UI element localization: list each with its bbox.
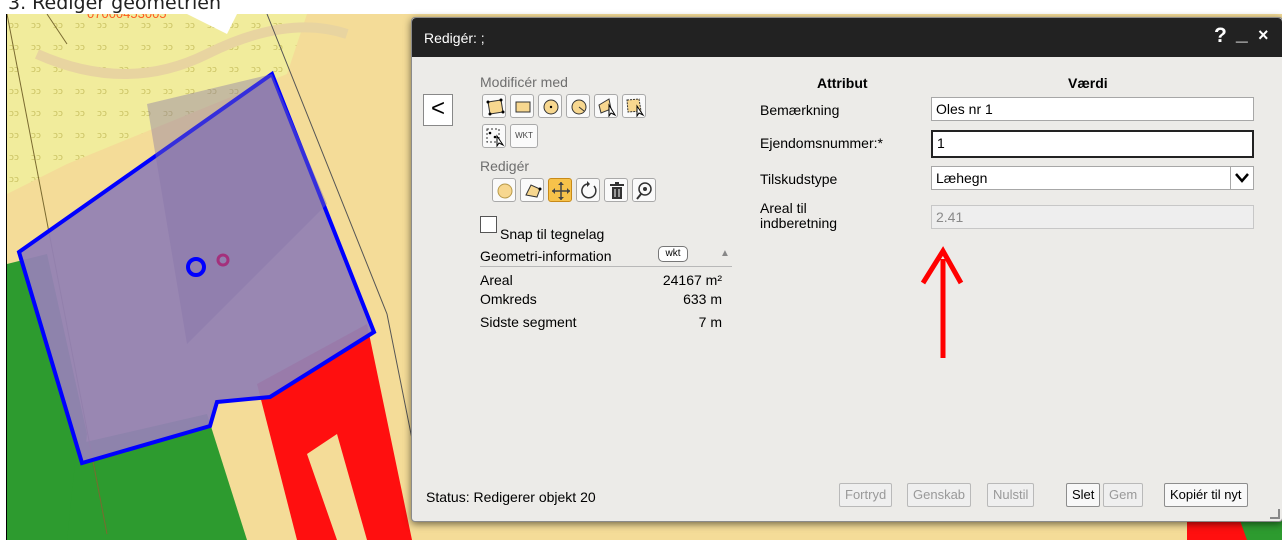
move-arrows-icon	[552, 182, 570, 200]
freehand-polygon-icon	[598, 98, 617, 117]
minimize-button[interactable]: _	[1236, 22, 1248, 46]
undo-button[interactable]: Fortryd	[839, 483, 893, 507]
vertex-select-tool-button[interactable]	[622, 94, 646, 118]
radius-tool-button[interactable]	[566, 94, 590, 118]
wkt-tool-button[interactable]: WKT	[510, 124, 538, 148]
geometry-row-label: Omkreds	[480, 291, 537, 307]
reshape-button[interactable]	[520, 178, 544, 202]
redo-button[interactable]: Genskab	[907, 483, 972, 507]
remark-input[interactable]: Oles nr 1	[931, 97, 1254, 121]
circle-filled-icon	[497, 183, 513, 199]
attribute-column-header: Attribut	[817, 75, 868, 91]
reported-area-label: Areal til indberetning	[760, 200, 838, 231]
annotation-arrow	[920, 246, 964, 358]
circle-tool-button[interactable]	[538, 94, 562, 118]
polygon-edit-icon	[486, 98, 505, 116]
geometry-info-header[interactable]: Geometri-information wkt ▲	[480, 244, 732, 267]
dotted-select-icon	[486, 128, 505, 147]
delete-geometry-button[interactable]	[604, 178, 628, 202]
rectangle-icon	[515, 101, 531, 113]
geometry-row-value: 7 m	[698, 314, 722, 330]
property-number-label: Ejendomsnummer:*	[760, 135, 883, 151]
rotate-tool-button[interactable]	[576, 178, 600, 202]
help-button[interactable]: ?	[1214, 24, 1227, 48]
circle-radius-icon	[571, 99, 587, 115]
close-button[interactable]: ×	[1258, 25, 1269, 46]
reset-button[interactable]: Nulstil	[987, 483, 1035, 507]
geometry-row-label: Sidste segment	[480, 314, 577, 330]
geometry-row-perimeter: Omkreds 633 m	[480, 291, 722, 307]
zoom-to-button[interactable]	[632, 178, 656, 202]
edit-section-label: Redigér	[480, 158, 530, 174]
dialog-title: Redigér: ;	[424, 30, 485, 46]
subsidy-type-label: Tilskudstype	[760, 171, 838, 187]
rotate-icon	[581, 181, 597, 199]
edit-vertices-tool-button[interactable]	[482, 94, 506, 118]
geometry-row-last-segment: Sidste segment 7 m	[480, 314, 722, 330]
circle-icon	[543, 99, 559, 115]
caption-text: 3. Rediger geometrien	[8, 0, 221, 14]
geometry-row-value: 24167 m²	[662, 272, 722, 288]
geometry-row-area: Areal 24167 m²	[480, 272, 722, 288]
dialog-titlebar[interactable]: Redigér: ; ? _ ×	[412, 18, 1282, 57]
geometry-row-value: 633 m	[683, 291, 722, 307]
collapse-caret-icon[interactable]: ▲	[720, 248, 730, 259]
reshape-icon	[525, 184, 542, 198]
save-button[interactable]: Gem	[1103, 483, 1144, 507]
subsidy-type-select[interactable]: Læhegn	[931, 166, 1254, 190]
rectangle-tool-button[interactable]	[510, 94, 534, 118]
back-button[interactable]: <	[423, 94, 453, 126]
trash-icon	[610, 182, 624, 199]
delete-button[interactable]: Slet	[1066, 483, 1101, 507]
freehand-tool-button[interactable]	[594, 94, 618, 118]
move-tool-button[interactable]	[548, 178, 572, 202]
snap-checkbox[interactable]	[480, 216, 497, 233]
geometry-wkt-button[interactable]: wkt	[658, 246, 688, 262]
vertex-cursor-icon	[626, 98, 645, 117]
property-number-input[interactable]: 1	[931, 130, 1254, 158]
status-text: Status: Redigerer objekt 20	[426, 489, 596, 505]
remark-label: Bemærkning	[760, 102, 840, 118]
draw-circle-button[interactable]	[492, 178, 516, 202]
select-vertices-tool-button[interactable]	[482, 124, 506, 148]
geometry-row-label: Areal	[480, 272, 513, 288]
modify-section-label: Modificér med	[480, 74, 568, 90]
value-column-header: Værdi	[1068, 75, 1108, 91]
snap-label: Snap til tegnelag	[500, 226, 605, 242]
edit-dialog: Redigér: ; ? _ × < Modificér med WKT Red…	[411, 17, 1282, 522]
reported-area-field: 2.41	[931, 205, 1254, 229]
geometry-info-title: Geometri-information	[480, 248, 612, 264]
map-label: 07000453005	[87, 14, 167, 21]
caption-strip: 3. Rediger geometrien	[0, 0, 1282, 14]
resize-handle[interactable]	[1270, 509, 1280, 519]
copy-to-new-button[interactable]: Kopiér til nyt	[1164, 483, 1248, 507]
magnifier-icon	[636, 182, 652, 200]
chevron-down-icon[interactable]	[1230, 167, 1253, 189]
subsidy-type-value: Læhegn	[936, 170, 988, 186]
